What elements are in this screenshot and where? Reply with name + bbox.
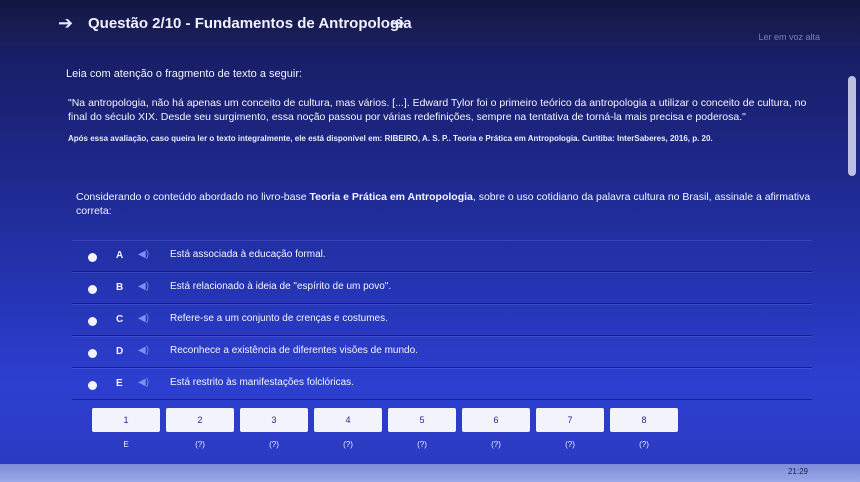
option-text: Está associada à educação formal. <box>170 249 326 260</box>
page-button-6[interactable]: 6 <box>462 408 530 432</box>
answer-status: (?) <box>565 440 575 449</box>
speaker-icon[interactable]: ◀) <box>138 249 149 260</box>
page-button-3[interactable]: 3 <box>240 408 308 432</box>
page-button-4[interactable]: 4 <box>314 408 382 432</box>
radio-button[interactable] <box>88 285 97 294</box>
page-button-8[interactable]: 8 <box>610 408 678 432</box>
option-letter: D <box>116 346 124 357</box>
radio-button[interactable] <box>88 381 97 390</box>
page-button-7[interactable]: 7 <box>536 408 604 432</box>
radio-button[interactable] <box>88 317 97 326</box>
option-c[interactable]: C ◀) Refere-se a um conjunto de crenças … <box>72 304 812 336</box>
scrollbar[interactable] <box>848 76 856 176</box>
system-clock: 21:29 <box>787 467 808 476</box>
answer-status: (?) <box>269 440 279 449</box>
answer-status-row: E (?) (?) (?) (?) (?) (?) (?) <box>92 440 672 460</box>
answer-status: E <box>123 440 129 449</box>
source-citation: Após essa avaliação, caso queira ler o t… <box>68 134 713 143</box>
speaker-icon[interactable]: ◀) <box>138 377 149 388</box>
option-letter: A <box>116 250 124 261</box>
option-text: Reconhece a existência de diferentes vis… <box>170 345 418 356</box>
listen-link[interactable]: Ler em voz alta <box>758 32 820 42</box>
taskbar <box>0 464 860 482</box>
option-d[interactable]: D ◀) Reconhece a existência de diferente… <box>72 336 812 368</box>
quote-text: "Na antropologia, não há apenas um conce… <box>68 97 807 123</box>
question-text: Considerando o conteúdo abordado no livr… <box>76 190 826 218</box>
arrow-right-icon[interactable]: ➔ <box>390 12 412 34</box>
page-button-5[interactable]: 5 <box>388 408 456 432</box>
quiz-screen: ➔ Questão 2/10 - Fundamentos de Antropol… <box>0 0 860 482</box>
speaker-icon[interactable]: ◀) <box>138 345 149 356</box>
header-bar: ➔ Questão 2/10 - Fundamentos de Antropol… <box>0 0 860 46</box>
instruction-text: Leia com atenção o fragmento de texto a … <box>66 68 303 80</box>
page-title: Questão 2/10 - Fundamentos de Antropolog… <box>88 15 412 32</box>
option-e[interactable]: E ◀) Está restrito às manifestações folc… <box>72 368 812 400</box>
option-letter: E <box>116 378 123 389</box>
answer-status: (?) <box>491 440 501 449</box>
speaker-icon[interactable]: ◀) <box>138 281 149 292</box>
answer-status: (?) <box>195 440 205 449</box>
option-a[interactable]: A ◀) Está associada à educação formal. <box>72 240 812 272</box>
page-button-1[interactable]: 1 <box>92 408 160 432</box>
option-letter: B <box>116 282 124 293</box>
answer-status: (?) <box>417 440 427 449</box>
option-text: Está relacionado à ideia de "espírito de… <box>170 281 392 292</box>
question-content: Leia com atenção o fragmento de texto a … <box>62 60 822 217</box>
question-pager: 1 2 3 4 5 6 7 8 <box>92 408 678 434</box>
page-button-2[interactable]: 2 <box>166 408 234 432</box>
radio-button[interactable] <box>88 349 97 358</box>
option-b[interactable]: B ◀) Está relacionado à ideia de "espíri… <box>72 272 812 304</box>
arrow-left-icon[interactable]: ➔ <box>58 12 80 34</box>
answer-status: (?) <box>639 440 649 449</box>
question-prefix: Considerando o conteúdo abordado no livr… <box>76 191 310 203</box>
speaker-icon[interactable]: ◀) <box>138 313 149 324</box>
option-text: Está restrito às manifestações folclóric… <box>170 377 354 388</box>
answer-status: (?) <box>343 440 353 449</box>
option-letter: C <box>116 314 124 325</box>
answer-options: A ◀) Está associada à educação formal. B… <box>72 240 812 400</box>
book-title: Teoria e Prática em Antropologia <box>309 191 473 203</box>
option-text: Refere-se a um conjunto de crenças e cos… <box>170 313 388 324</box>
radio-button[interactable] <box>88 253 97 262</box>
